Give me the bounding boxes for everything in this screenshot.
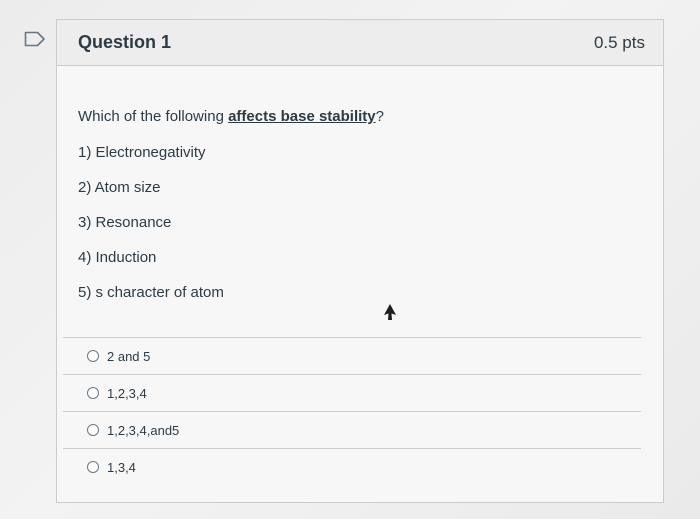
answer-option[interactable]: 1,3,4 bbox=[63, 448, 641, 485]
answer-label: 2 and 5 bbox=[107, 348, 151, 364]
answer-option[interactable]: 2 and 5 bbox=[63, 337, 641, 374]
statement-5: 5) s character of atom bbox=[78, 284, 224, 301]
radio-button[interactable] bbox=[87, 350, 99, 362]
answer-label: 1,2,3,4,and5 bbox=[107, 422, 180, 438]
statement-4: 4) Induction bbox=[78, 249, 157, 266]
question-card: Question 1 0.5 pts Which of the followin… bbox=[56, 19, 664, 503]
question-header: Question 1 0.5 pts bbox=[57, 20, 663, 66]
radio-button[interactable] bbox=[87, 461, 99, 473]
prompt-emphasis: affects base stability bbox=[228, 108, 376, 125]
prompt-text: Which of the following bbox=[78, 108, 229, 125]
statement-1: 1) Electronegativity bbox=[78, 144, 206, 161]
question-points: 0.5 pts bbox=[593, 32, 645, 52]
prompt-suffix: ? bbox=[375, 108, 384, 125]
answer-option[interactable]: 1,2,3,4,and5 bbox=[63, 411, 641, 448]
answer-list: 2 and 5 1,2,3,4 1,2,3,4,and5 1,3,4 bbox=[63, 337, 641, 485]
question-title: Question 1 bbox=[78, 32, 172, 52]
radio-button[interactable] bbox=[87, 387, 99, 399]
bookmark-flag-icon[interactable] bbox=[24, 31, 46, 47]
answer-label: 1,2,3,4 bbox=[107, 385, 147, 401]
answer-option[interactable]: 1,2,3,4 bbox=[63, 374, 641, 411]
radio-button[interactable] bbox=[87, 424, 99, 436]
statement-2: 2) Atom size bbox=[78, 179, 161, 196]
answer-label: 1,3,4 bbox=[107, 459, 136, 475]
mouse-pointer-icon bbox=[384, 304, 396, 320]
statement-3: 3) Resonance bbox=[78, 214, 172, 231]
question-prompt: Which of the following affects base stab… bbox=[78, 108, 384, 125]
